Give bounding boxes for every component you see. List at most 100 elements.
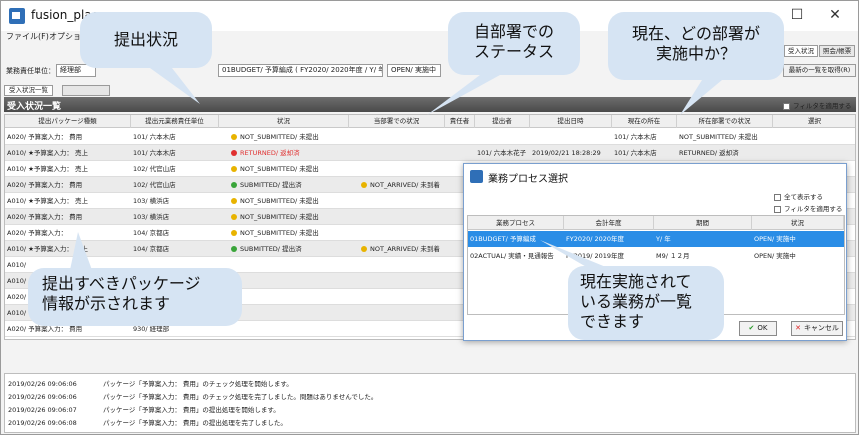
table-row[interactable]: A020/ 予算案入力： 費用 101/ 六本木店 NOT_SUBMITTED/ 未… bbox=[5, 129, 855, 145]
status-text: NOT_SUBMITTED/ 未提出 bbox=[240, 229, 319, 237]
callout-own-dept-status: 自部署での ステータス bbox=[448, 12, 580, 75]
status-dot-icon bbox=[231, 182, 237, 188]
table-cell: 104/ 京都店 bbox=[133, 245, 170, 253]
process-field[interactable]: 01BUDGET/ 予算編成 ( FY2020/ 2020年度 / Y/ 年 ) bbox=[218, 64, 383, 77]
column-header[interactable]: 期間 bbox=[654, 216, 752, 230]
status-dot-icon bbox=[361, 182, 367, 188]
column-header[interactable]: 選択 bbox=[773, 115, 855, 128]
menu-file[interactable]: ファイル(F) bbox=[6, 31, 49, 42]
table-cell: A010/ ★予算案入力： 売上 bbox=[7, 165, 89, 173]
table-cell bbox=[349, 129, 445, 145]
close-icon: ✕ bbox=[795, 324, 801, 332]
table-cell: NOT_SUBMITTED/ 未提出 bbox=[219, 209, 349, 225]
process-row[interactable]: 01BUDGET/ 予算編成 FY2020/ 2020年度 Y/ 年 OPEN/ 実施… bbox=[468, 231, 844, 247]
table-cell: SUBMITTED/ 提出済 bbox=[219, 241, 349, 257]
column-header[interactable]: 提出者 bbox=[475, 115, 530, 128]
grid-filter-checkbox[interactable]: フィルタを適用する bbox=[783, 100, 851, 110]
status-dot-icon bbox=[231, 214, 237, 220]
log-line: 2019/02/26 09:06:06 パッケージ「予算案入力： 費用」のチェック… bbox=[8, 391, 377, 401]
table-cell: NOT_SUBMITTED/ 未提出 bbox=[219, 193, 349, 209]
status-text: SUBMITTED/ 提出済 bbox=[240, 181, 302, 189]
cancel-button[interactable]: ✕ キャンセル bbox=[791, 321, 843, 336]
status-dot-icon bbox=[231, 150, 237, 156]
maximize-button[interactable]: ☐ bbox=[784, 5, 810, 25]
dialog-filter-checkbox[interactable]: フィルタを適用する bbox=[774, 203, 842, 213]
process-cell: 01BUDGET/ 予算編成 bbox=[470, 235, 536, 243]
table-cell: A020/ 予算案入力： 費用 bbox=[7, 181, 83, 189]
column-header[interactable]: 提出元業務責任単位 bbox=[131, 115, 219, 128]
app-logo-icon bbox=[470, 170, 483, 183]
table-cell: SUBMITTED/ 提出済 bbox=[219, 177, 349, 193]
process-grid-header: 業務プロセス 会計年度 期間 状況 bbox=[468, 216, 844, 230]
status-dot-icon bbox=[231, 134, 237, 140]
table-cell: 103/ 横浜店 bbox=[133, 197, 170, 205]
table-cell: 101/ 六本木店 bbox=[133, 133, 176, 141]
table-cell bbox=[349, 209, 445, 225]
log-line: 2019/02/26 09:06:08 パッケージ「予算案入力： 費用」の提出処理… bbox=[8, 417, 287, 427]
column-header[interactable]: 責任者 bbox=[445, 115, 475, 128]
tab-receipt-status[interactable]: 受入状況 bbox=[784, 45, 818, 57]
close-button[interactable]: ✕ bbox=[822, 5, 848, 25]
table-cell: 102/ 代官山店 bbox=[133, 165, 176, 173]
log-line: 2019/02/26 09:06:06 パッケージ「予算案入力： 費用」のチェック… bbox=[8, 378, 293, 388]
table-cell bbox=[349, 289, 445, 305]
table-cell: 101/ 六本木店 bbox=[614, 133, 657, 141]
tab-inquiry-reports[interactable]: 照会/帳票 bbox=[819, 45, 856, 57]
table-cell: A020/ 予算案入力： 費用 bbox=[7, 133, 83, 141]
table-cell: 101/ 六本木店 bbox=[614, 149, 657, 157]
log-message: パッケージ「予算案入力： 費用」のチェック処理を完了しました。問題はありませんで… bbox=[103, 393, 378, 401]
column-header[interactable]: 提出パッケージ種類 bbox=[5, 115, 131, 128]
table-cell: NOT_ARRIVED/ 未到着 bbox=[349, 241, 445, 257]
column-header[interactable]: 現在の所在 bbox=[612, 115, 677, 128]
table-cell: 2019/02/21 18:28:29 bbox=[532, 149, 601, 157]
process-cell: OPEN/ 実施中 bbox=[754, 252, 796, 260]
process-row[interactable]: 02ACTUAL/ 実績・見通報告 FY2019/ 2019年度 M9/ １２月 OP… bbox=[468, 248, 844, 264]
column-header[interactable]: 提出日時 bbox=[530, 115, 612, 128]
column-header[interactable]: 業務プロセス bbox=[468, 216, 564, 230]
process-cell: Y/ 年 bbox=[656, 235, 671, 243]
column-header[interactable]: 状況 bbox=[219, 115, 349, 128]
grid-header: 提出パッケージ種類 提出元業務責任単位 状況 当部署での状況 責任者 提出者 提出日時 現在の… bbox=[5, 115, 855, 128]
dialog-filter-label: フィルタを適用する bbox=[784, 205, 843, 213]
callout-submission-status: 提出状況 bbox=[80, 12, 212, 68]
log-message: パッケージ「予算案入力： 費用」のチェック処理を開始します。 bbox=[103, 380, 293, 388]
show-all-label: 全て表示する bbox=[784, 193, 823, 201]
tab-receipt-list[interactable]: 受入状況一覧 bbox=[4, 85, 53, 96]
tab-secondary[interactable] bbox=[62, 85, 110, 96]
column-header[interactable]: 状況 bbox=[752, 216, 844, 230]
table-row[interactable]: A010/ ★予算案入力： 売上 101/ 六本木店 RETURNED/ 返却済 10… bbox=[5, 145, 855, 161]
column-header[interactable]: 所在部署での状況 bbox=[677, 115, 773, 128]
callout-current-processes: 現在実施されて いる業務が一覧 できます bbox=[568, 266, 724, 340]
log-timestamp: 2019/02/26 09:06:06 bbox=[8, 393, 77, 401]
table-cell bbox=[530, 129, 612, 145]
table-cell: 101/ 六本木店 bbox=[133, 149, 176, 157]
show-all-checkbox[interactable]: 全て表示する bbox=[774, 191, 823, 201]
table-cell bbox=[349, 145, 445, 161]
column-header[interactable]: 会計年度 bbox=[564, 216, 654, 230]
table-cell bbox=[349, 257, 445, 273]
grid-filter-label: フィルタを適用する bbox=[793, 102, 852, 110]
table-cell: 101/ 六本木花子 bbox=[477, 149, 527, 157]
table-cell: NOT_ARRIVED/ 未到着 bbox=[349, 177, 445, 193]
table-cell bbox=[219, 257, 349, 273]
ok-button[interactable]: ✔ OK bbox=[739, 321, 777, 336]
cancel-label: キャンセル bbox=[803, 324, 839, 332]
status-text: SUBMITTED/ 提出済 bbox=[240, 245, 302, 253]
table-cell bbox=[349, 193, 445, 209]
table-cell bbox=[349, 305, 445, 321]
table-cell: A010/ ★予算案入力： 売上 bbox=[7, 197, 89, 205]
log-timestamp: 2019/02/26 09:06:08 bbox=[8, 419, 77, 427]
log-line: 2019/02/26 09:06:07 パッケージ「予算案入力： 費用」の提出処理… bbox=[8, 404, 280, 414]
column-header[interactable]: 当部署での状況 bbox=[349, 115, 445, 128]
status-dot-icon bbox=[231, 198, 237, 204]
refresh-list-button[interactable]: 最新の一覧を取得(R) bbox=[783, 64, 856, 77]
process-cell: M9/ １２月 bbox=[656, 252, 690, 260]
unit-label: 業務責任単位： bbox=[6, 67, 55, 75]
status-text: RETURNED/ 返却済 bbox=[240, 149, 300, 157]
process-cell: FY2019/ 2019年度 bbox=[566, 252, 625, 260]
table-cell: NOT_SUBMITTED/ 未提出 bbox=[219, 225, 349, 241]
log-timestamp: 2019/02/26 09:06:06 bbox=[8, 380, 77, 388]
table-cell: RETURNED/ 返却済 bbox=[219, 145, 349, 161]
table-cell bbox=[349, 321, 445, 337]
app-logo-icon bbox=[9, 8, 25, 24]
